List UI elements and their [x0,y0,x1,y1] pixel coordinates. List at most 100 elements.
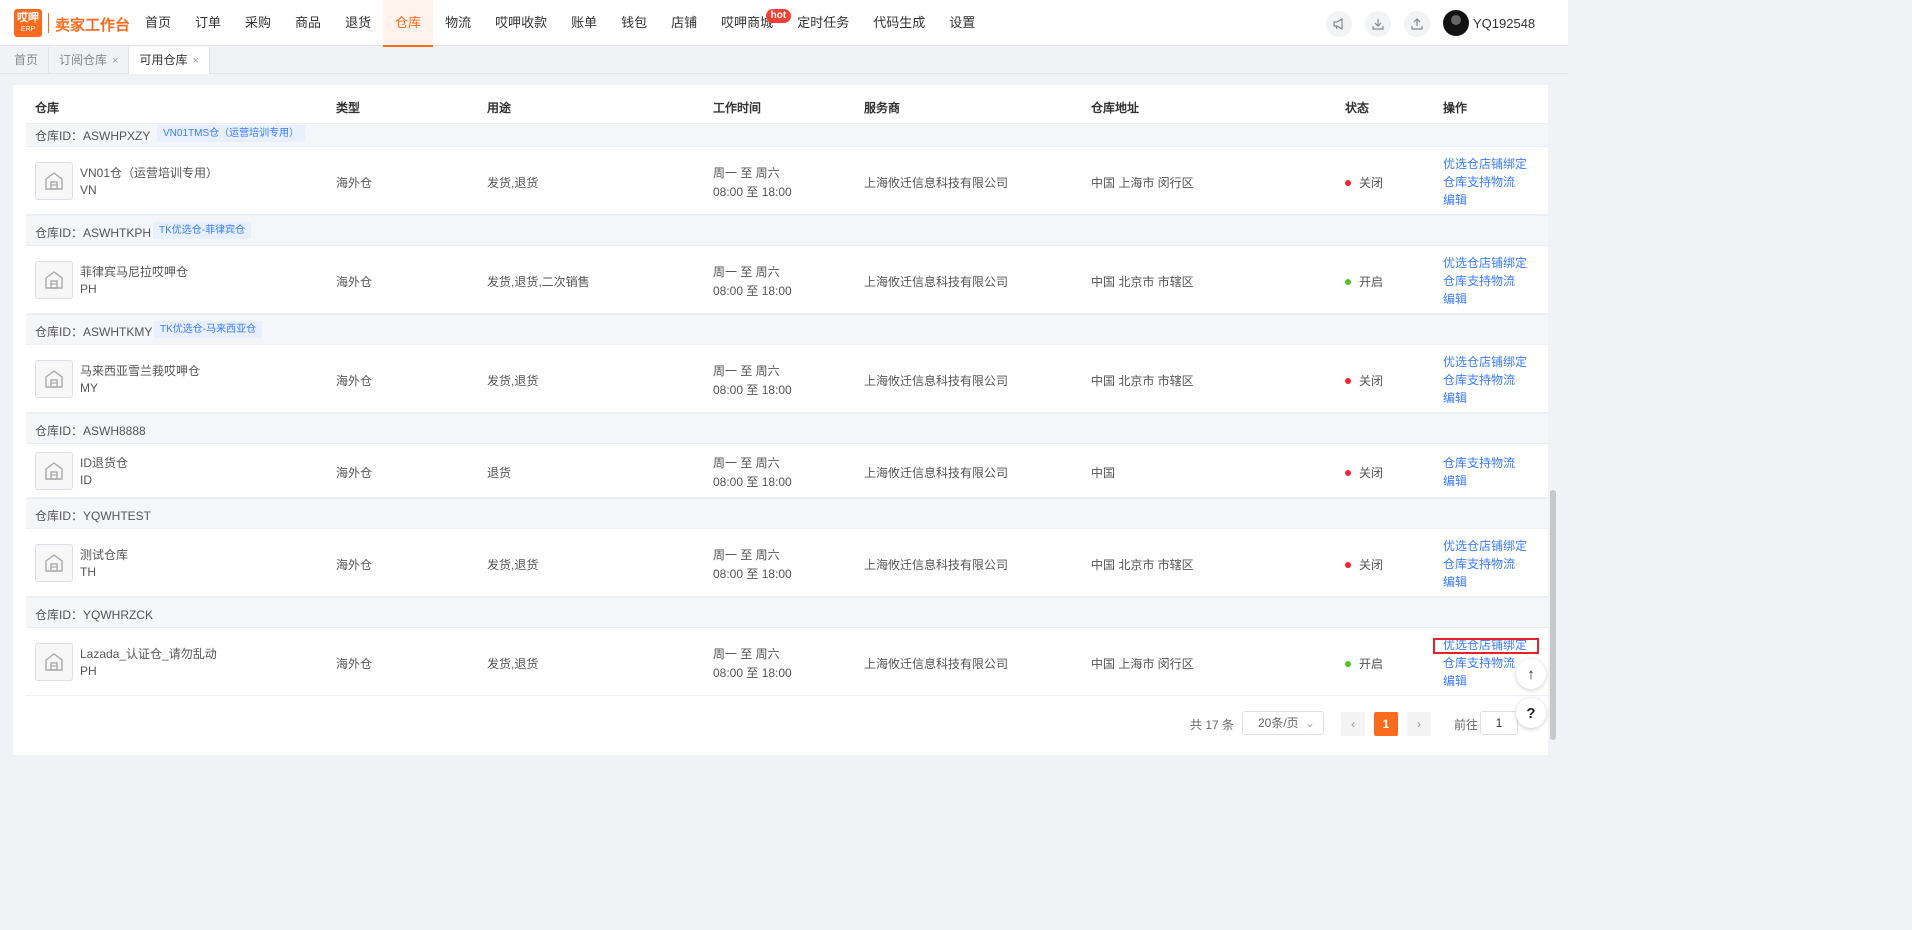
header-hours: 工作时间 [713,101,762,115]
next-page-button[interactable]: › [1407,712,1431,736]
tab-item[interactable]: 订阅仓库 × [49,47,130,74]
nav-item[interactable]: 物流 [433,0,483,46]
warehouse-logistics-link[interactable]: 仓库支持物流 [1443,272,1515,289]
warehouse-usage: 发货,退货 [487,558,539,572]
warehouse-thumbnail [35,544,73,582]
status-badge: 关闭 [1345,464,1383,481]
nav-label: 定时任务 [797,15,850,30]
warehouse-code: PH [80,282,97,296]
bind-store-link[interactable]: 优选仓店铺绑定 [1443,537,1527,554]
download-icon [1372,19,1384,30]
warehouse-type: 海外仓 [336,374,373,388]
header-address: 仓库地址 [1091,101,1140,115]
nav-item[interactable]: 哎呷商城 hot [709,0,792,46]
tab-item[interactable]: 首页 [4,47,50,74]
announcement-button[interactable] [1326,11,1352,37]
nav-item[interactable]: 商品 [283,0,333,46]
edit-link[interactable]: 编辑 [1443,573,1467,590]
help-button[interactable]: ? [1516,698,1546,728]
chevron-down-icon: ⌄ [1304,716,1315,730]
nav-item[interactable]: 定时任务 [785,0,861,46]
user-avatar[interactable] [1443,10,1469,36]
nav-item[interactable]: 设置 [937,0,987,46]
bind-store-link[interactable]: 优选仓店铺绑定 [1443,353,1527,370]
status-dot [1345,661,1351,667]
table-row: 马来西亚雪兰莪哎呷仓 MY 海外仓 发货,退货 周一 至 周六 08:00 至 18:00… [26,345,1548,413]
close-icon[interactable]: × [192,55,198,67]
status-text: 关闭 [1359,558,1384,572]
app-logo[interactable]: 哎呷 ERP [14,9,42,37]
warehouse-code: VN [80,183,97,197]
status-text: 关闭 [1359,374,1384,388]
nav-label: 店铺 [671,15,698,30]
warehouse-logistics-link[interactable]: 仓库支持物流 [1443,371,1515,388]
prev-page-button[interactable]: ‹ [1341,712,1365,736]
back-to-top-button[interactable]: ↑ [1516,659,1546,689]
nav-item[interactable]: 采购 [233,0,283,46]
warehouse-address: 中国 北京市 市辖区 [1091,558,1194,572]
page-scrollbar[interactable] [1550,490,1556,740]
warehouse-logistics-link[interactable]: 仓库支持物流 [1443,173,1515,190]
work-hours: 08:00 至 18:00 [713,567,792,581]
close-icon[interactable]: × [112,55,118,67]
warehouse-name: ID退货仓 [80,456,129,470]
edit-link[interactable]: 编辑 [1443,672,1467,689]
warehouse-logistics-link[interactable]: 仓库支持物流 [1443,454,1515,471]
status-text: 关闭 [1359,466,1384,480]
nav-item[interactable]: 订单 [183,0,233,46]
download-button[interactable] [1365,11,1391,37]
page-size-value: 20条/页 [1258,716,1299,730]
goto-page-input[interactable]: 1 [1480,711,1518,735]
work-hours: 08:00 至 18:00 [713,475,792,489]
warehouse-group-header: 仓库ID：ASWHTKMY TK优选仓-马来西亚仓 [26,314,1548,345]
tab-label: 可用仓库 [139,53,188,67]
warehouse-type: 海外仓 [336,275,373,289]
edit-link[interactable]: 编辑 [1443,290,1467,307]
highlight-box [1433,638,1539,654]
work-days: 周一 至 周六 [713,166,780,180]
nav-item[interactable]: 店铺 [659,0,709,46]
status-dot [1345,562,1351,568]
edit-link[interactable]: 编辑 [1443,472,1467,489]
warehouse-logistics-link[interactable]: 仓库支持物流 [1443,555,1515,572]
warehouse-icon [45,271,63,289]
nav-item[interactable]: 哎呷收款 [483,0,559,46]
nav-label: 账单 [571,15,598,30]
nav-item[interactable]: 代码生成 [861,0,937,46]
bind-store-link[interactable]: 优选仓店铺绑定 [1443,254,1527,271]
nav-item[interactable]: 钱包 [609,0,659,46]
warehouse-name: VN01仓（运营培训专用） [80,166,219,180]
work-days: 周一 至 周六 [713,647,780,661]
warehouse-id: 仓库ID：ASWH8888 [35,424,146,438]
edit-link[interactable]: 编辑 [1443,191,1467,208]
nav-label: 哎呷收款 [495,15,548,30]
warehouse-logistics-link[interactable]: 仓库支持物流 [1443,654,1515,671]
warehouse-id: 仓库ID：ASWHTKPH [35,226,152,240]
nav-label: 订单 [195,15,222,30]
logo-text: 哎呷 [17,12,39,24]
warehouse-code: MY [80,381,98,395]
nav-item[interactable]: 首页 [133,0,183,46]
page-size-select[interactable]: 20条/页 ⌄ [1242,711,1324,735]
nav-item[interactable]: 退货 [333,0,383,46]
page-1-button[interactable]: 1 [1374,712,1398,736]
warehouse-name: 马来西亚雪兰莪哎呷仓 [80,364,201,378]
logo-divider [48,13,49,33]
warehouse-name: 测试仓库 [80,548,129,562]
status-dot [1345,180,1351,186]
table-row: ID退货仓 ID 海外仓 退货 周一 至 周六 08:00 至 18:00 上海攸迁信息科技… [26,444,1548,498]
logo-subtext: ERP [20,26,36,33]
nav-label: 采购 [245,15,272,30]
bind-store-link[interactable]: 优选仓店铺绑定 [1443,155,1527,172]
username[interactable]: YQ192548 [1473,16,1535,31]
work-hours: 08:00 至 18:00 [713,383,792,397]
warehouse-address: 中国 上海市 闵行区 [1091,657,1194,671]
nav-item[interactable]: 账单 [559,0,609,46]
service-provider: 上海攸迁信息科技有限公司 [864,374,1009,388]
upload-button[interactable] [1404,11,1430,37]
nav-item[interactable]: 仓库 [383,0,434,47]
table-row: VN01仓（运营培训专用） VN 海外仓 发货,退货 周一 至 周六 08:00 至 18… [26,147,1548,215]
tab-item[interactable]: 可用仓库 × [129,47,210,74]
megaphone-icon [1333,17,1343,31]
edit-link[interactable]: 编辑 [1443,389,1467,406]
